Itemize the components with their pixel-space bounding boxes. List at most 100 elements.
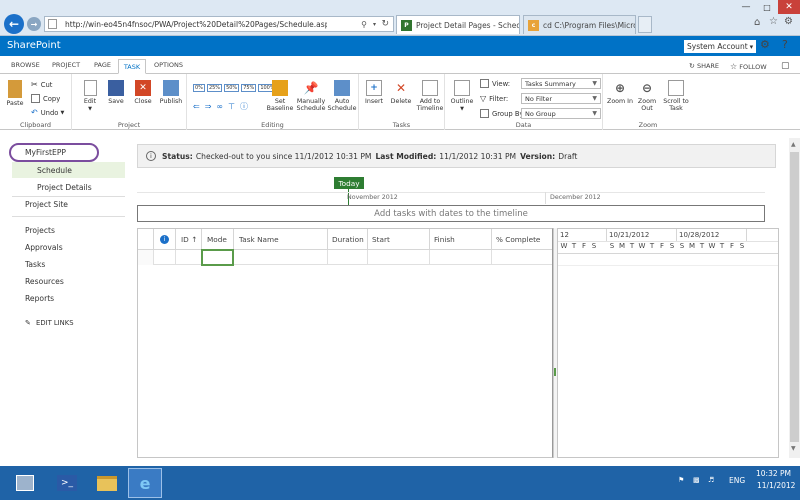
vertical-scrollbar[interactable]: ▲ ▼ <box>789 138 800 458</box>
group-by-select[interactable]: No Group ▼ <box>521 108 601 119</box>
forward-button[interactable]: → <box>27 17 41 31</box>
close-window-button[interactable]: ✕ <box>778 0 800 14</box>
search-icon[interactable]: ⚲ <box>361 20 367 29</box>
browser-tab-project-detail[interactable]: P Project Detail Pages - Sched... ✕ <box>396 15 520 34</box>
undo-button[interactable]: ↶ Undo ▼ <box>31 108 64 117</box>
scroll-to-task-button[interactable]: Scroll to Task <box>661 80 691 112</box>
edit-links-button[interactable]: ✎ EDIT LINKS <box>25 319 74 327</box>
home-icon[interactable]: ⌂ <box>754 17 760 28</box>
save-button[interactable]: Save <box>105 80 127 105</box>
column-header-start[interactable]: Start <box>368 229 430 249</box>
row-cell-percent-complete[interactable] <box>492 250 552 265</box>
auto-schedule-button[interactable]: Auto Schedule <box>327 80 357 112</box>
powershell-icon[interactable]: >_ <box>52 469 82 497</box>
settings-gear-icon[interactable]: ⚙ <box>760 38 770 51</box>
nav-resources[interactable]: Resources <box>25 277 64 286</box>
column-header-indicator[interactable] <box>138 229 154 249</box>
view-select[interactable]: Tasks Summary ▼ <box>521 78 601 89</box>
brand-label[interactable]: SharePoint <box>7 40 61 51</box>
scroll-thumb[interactable] <box>790 152 799 442</box>
network-icon[interactable]: ▩ <box>693 476 700 484</box>
clock-time[interactable]: 10:32 PM <box>756 469 791 478</box>
nav-tasks[interactable]: Tasks <box>25 260 45 269</box>
share-link[interactable]: ↻ SHARE <box>689 62 719 70</box>
publish-button[interactable]: Publish <box>158 80 184 105</box>
link-icon[interactable]: ∞ <box>216 102 223 111</box>
tab-browse[interactable]: BROWSE <box>11 61 40 69</box>
scroll-down-arrow[interactable]: ▼ <box>791 445 796 452</box>
timeline-bar[interactable]: Add tasks with dates to the timeline <box>137 205 765 222</box>
minimize-button[interactable]: — <box>736 0 756 14</box>
row-cell-start[interactable] <box>368 250 430 265</box>
favorites-icon[interactable]: ☆ <box>769 16 778 27</box>
manually-schedule-button[interactable]: 📌 Manually Schedule <box>295 80 327 113</box>
nav-approvals[interactable]: Approvals <box>25 243 63 252</box>
back-button[interactable]: ← <box>4 14 24 34</box>
column-header-info[interactable]: i <box>154 229 176 249</box>
insert-button[interactable]: + Insert <box>362 80 386 105</box>
column-header-percent-complete[interactable]: % Complete <box>492 229 552 249</box>
table-row[interactable] <box>138 249 552 266</box>
column-header-id[interactable]: ID ↑ <box>176 229 202 249</box>
focus-icon[interactable]: ▢ <box>781 61 790 71</box>
percent-50-button[interactable]: 50% <box>224 84 240 92</box>
row-cell-task-name[interactable] <box>234 250 328 265</box>
tab-options[interactable]: OPTIONS <box>154 61 183 69</box>
nav-reports[interactable]: Reports <box>25 294 54 303</box>
column-header-duration[interactable]: Duration <box>328 229 368 249</box>
clock-date[interactable]: 11/1/2012 <box>757 481 795 490</box>
info-icon[interactable]: ⓘ <box>240 101 248 112</box>
tab-project[interactable]: PROJECT <box>52 61 80 69</box>
column-header-finish[interactable]: Finish <box>430 229 492 249</box>
splitter-handle[interactable] <box>554 368 556 376</box>
scroll-up-arrow[interactable]: ▲ <box>791 141 796 148</box>
zoom-out-button[interactable]: ⊖ Zoom Out <box>634 80 660 113</box>
outdent-icon[interactable]: ⇐ <box>193 102 200 111</box>
follow-link[interactable]: ☆ FOLLOW <box>730 62 767 71</box>
new-tab-button[interactable] <box>638 16 652 33</box>
flag-icon[interactable]: ⚑ <box>678 476 684 484</box>
row-selector[interactable] <box>138 250 154 265</box>
indent-icon[interactable]: ⇒ <box>205 102 212 111</box>
column-header-task-name[interactable]: Task Name <box>234 229 328 249</box>
set-baseline-button[interactable]: Set Baseline <box>265 80 295 112</box>
zoom-in-button[interactable]: ⊕ Zoom In <box>607 80 633 106</box>
row-cell-info[interactable] <box>154 250 176 265</box>
row-cell-mode-selected[interactable] <box>201 249 234 266</box>
copy-button[interactable]: Copy <box>31 94 60 103</box>
row-cell-finish[interactable] <box>430 250 492 265</box>
help-icon[interactable]: ? <box>782 38 788 51</box>
address-bar[interactable]: http://win-eo45n4fnsoc/PWA/Project%20Det… <box>44 16 394 32</box>
edit-button[interactable]: Edit ▼ <box>79 80 101 113</box>
volume-icon[interactable]: ♬ <box>708 476 714 484</box>
add-to-timeline-button[interactable]: Add to Timeline <box>415 80 445 112</box>
maximize-button[interactable]: □ <box>757 0 777 14</box>
nav-project-details[interactable]: Project Details <box>37 183 92 192</box>
nav-project-site[interactable]: Project Site <box>25 200 68 209</box>
browser-tab-cd[interactable]: c cd C:\Program Files\Microsoft ... <box>523 15 636 34</box>
server-manager-icon[interactable] <box>10 469 40 497</box>
account-menu[interactable]: System Account ▾ <box>684 40 757 53</box>
internet-explorer-icon[interactable]: e <box>128 468 162 498</box>
percent-0-button[interactable]: 0% <box>193 84 205 92</box>
column-header-mode[interactable]: Mode <box>202 229 234 249</box>
file-explorer-icon[interactable] <box>92 469 122 497</box>
project-name-pill[interactable]: MyFirstEPP <box>9 143 99 162</box>
row-cell-duration[interactable] <box>328 250 368 265</box>
language-indicator[interactable]: ENG <box>729 476 745 485</box>
close-button[interactable]: ✕ Close <box>132 80 154 105</box>
refresh-icon[interactable]: ↻ <box>381 19 389 29</box>
nav-schedule[interactable]: Schedule <box>37 166 72 175</box>
unlink-icon[interactable]: ⊤ <box>228 102 235 111</box>
cut-button[interactable]: ✂ Cut <box>31 80 52 89</box>
nav-projects[interactable]: Projects <box>25 226 55 235</box>
delete-button[interactable]: ✕ Delete <box>389 80 413 106</box>
tab-task[interactable]: TASK <box>118 59 146 74</box>
dropdown-icon[interactable]: ▾ <box>373 21 376 28</box>
gear-icon[interactable]: ⚙ <box>784 16 793 27</box>
percent-25-button[interactable]: 25% <box>206 84 223 92</box>
outline-button[interactable]: Outline ▼ <box>449 80 475 113</box>
row-cell-id[interactable] <box>176 250 202 265</box>
tab-page[interactable]: PAGE <box>94 61 111 69</box>
filter-select[interactable]: No Filter ▼ <box>521 93 601 104</box>
